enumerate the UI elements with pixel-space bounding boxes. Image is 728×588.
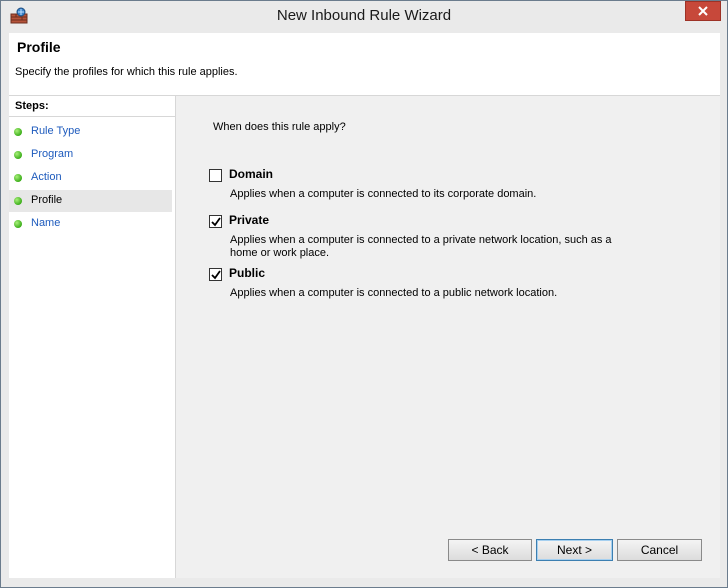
step-status-dot-icon (14, 128, 22, 136)
private-checkbox[interactable] (209, 215, 222, 228)
step-action[interactable]: Action (9, 167, 172, 189)
close-icon (698, 6, 708, 16)
wizard-header: Profile Specify the profiles for which t… (9, 33, 720, 96)
public-checkbox[interactable] (209, 268, 222, 281)
domain-checkbox[interactable] (209, 169, 222, 182)
step-profile: Profile (9, 190, 172, 212)
next-button[interactable]: Next > (536, 539, 613, 561)
page-title: Profile (17, 39, 61, 55)
step-rule-type[interactable]: Rule Type (9, 121, 172, 143)
step-label: Program (31, 148, 74, 160)
window-title: New Inbound Rule Wizard (276, 7, 452, 24)
main-content: When does this rule apply? Domain Applie… (176, 96, 720, 578)
step-status-dot-icon (14, 197, 22, 205)
domain-description: Applies when a computer is connected to … (230, 188, 537, 200)
step-label: Rule Type (31, 125, 81, 137)
title-bar: New Inbound Rule Wizard (1, 1, 727, 32)
question-text: When does this rule apply? (213, 121, 346, 133)
step-status-dot-icon (14, 151, 22, 159)
step-label: Action (31, 171, 62, 183)
steps-panel: Steps: Rule Type Program Action Profile … (9, 96, 176, 578)
close-button[interactable] (685, 1, 721, 21)
public-label[interactable]: Public (229, 266, 265, 280)
page-description: Specify the profiles for which this rule… (15, 66, 238, 78)
private-description: Applies when a computer is connected to … (230, 234, 612, 259)
private-label[interactable]: Private (229, 213, 269, 227)
domain-label[interactable]: Domain (229, 167, 273, 181)
public-description: Applies when a computer is connected to … (230, 287, 558, 299)
steps-title: Steps: (15, 100, 49, 112)
step-program[interactable]: Program (9, 144, 172, 166)
wizard-window: New Inbound Rule Wizard Profile Specify … (0, 0, 728, 588)
checkmark-icon (211, 217, 221, 227)
steps-divider (9, 116, 175, 117)
step-label: Name (31, 217, 61, 229)
step-status-dot-icon (14, 174, 22, 182)
checkmark-icon (211, 270, 221, 280)
step-label: Profile (31, 194, 63, 206)
cancel-button[interactable]: Cancel (617, 539, 702, 561)
back-button[interactable]: < Back (448, 539, 532, 561)
step-name[interactable]: Name (9, 213, 172, 235)
step-status-dot-icon (14, 220, 22, 228)
